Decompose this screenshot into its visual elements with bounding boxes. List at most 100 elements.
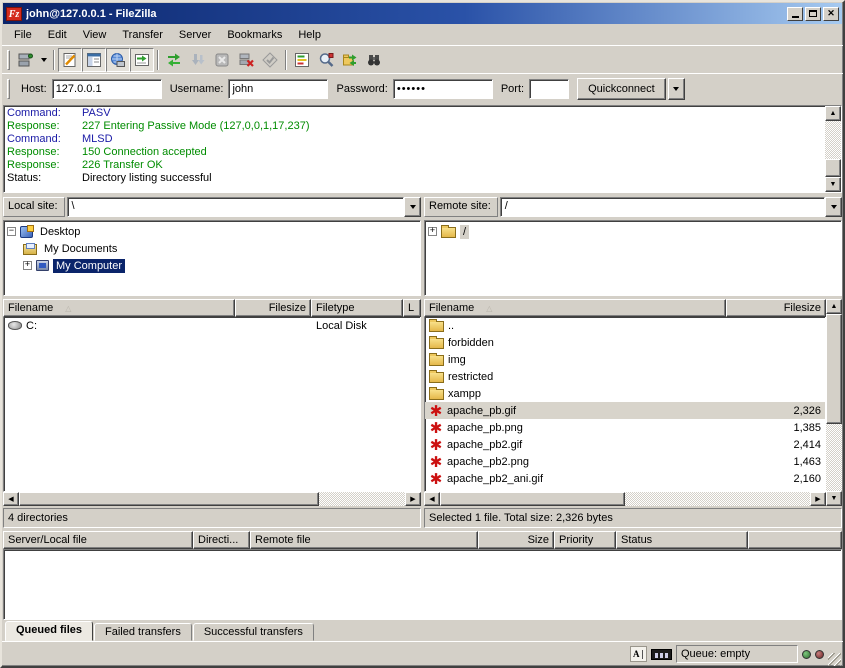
menu-view[interactable]: View [75, 26, 115, 44]
column-direction[interactable]: Directi... [193, 531, 250, 549]
scrollbar-thumb[interactable] [825, 159, 841, 177]
resize-grip[interactable] [828, 653, 841, 666]
menu-bookmarks[interactable]: Bookmarks [219, 26, 290, 44]
log-scrollbar[interactable]: ▲ ▼ [825, 106, 841, 192]
refresh-button[interactable] [162, 48, 186, 72]
remote-site-combobox[interactable]: / [500, 197, 842, 217]
reconnect-button[interactable] [258, 48, 282, 72]
scroll-up-icon[interactable]: ▲ [825, 106, 841, 121]
find-files-button[interactable] [362, 48, 386, 72]
my-documents-icon [23, 244, 37, 255]
synchronized-browsing-button[interactable] [338, 48, 362, 72]
cancel-operation-button[interactable] [210, 48, 234, 72]
scrollbar-thumb[interactable] [440, 492, 625, 506]
site-manager-button[interactable] [13, 48, 37, 72]
file-row[interactable]: restricted [425, 368, 825, 385]
host-input[interactable] [52, 79, 162, 99]
toggle-remote-tree-button[interactable] [106, 48, 130, 72]
minimize-button[interactable] [787, 7, 803, 21]
maximize-icon [809, 10, 817, 17]
tree-item-my-documents[interactable]: My Documents [23, 240, 420, 257]
column-lastmodified[interactable]: L [403, 299, 421, 317]
remote-site-dropdown[interactable] [825, 197, 842, 217]
log-line: Command:MLSD [4, 133, 825, 146]
file-row[interactable]: ✱apache_pb2_ani.gif 2,160 [425, 470, 825, 487]
toggle-message-log-button[interactable] [58, 48, 82, 72]
tab-successful-transfers[interactable]: Successful transfers [193, 623, 314, 641]
port-input[interactable] [529, 79, 569, 99]
expand-icon[interactable]: + [428, 227, 437, 236]
local-site-label: Local site: [3, 197, 65, 217]
menu-server[interactable]: Server [171, 26, 219, 44]
sort-ascending-icon: △ [486, 304, 492, 313]
menu-help[interactable]: Help [290, 26, 329, 44]
image-file-icon: ✱ [429, 439, 443, 451]
column-status[interactable]: Status [616, 531, 748, 549]
tree-item-desktop[interactable]: − Desktop [7, 223, 420, 240]
scroll-right-icon[interactable]: ▶ [810, 492, 826, 506]
menu-edit[interactable]: Edit [40, 26, 75, 44]
file-row-c-drive[interactable]: C: Local Disk [4, 317, 420, 334]
column-filesize[interactable]: Filesize [726, 299, 826, 317]
folder-icon [441, 227, 456, 238]
remote-list-body: .. forbidden img restricted [424, 317, 826, 492]
scroll-left-icon[interactable]: ◀ [424, 492, 440, 506]
tree-item-my-computer[interactable]: + My Computer [23, 257, 420, 274]
tab-queued-files[interactable]: Queued files [5, 621, 93, 641]
quickconnect-dropdown[interactable] [668, 78, 685, 100]
toggle-transfer-queue-button[interactable] [130, 48, 154, 72]
local-site-dropdown[interactable] [404, 197, 421, 217]
local-site-value[interactable]: \ [67, 197, 404, 217]
password-input[interactable] [393, 79, 493, 99]
column-filetype[interactable]: Filetype [311, 299, 403, 317]
quickconnect-button[interactable]: Quickconnect [577, 78, 666, 100]
file-row-selected[interactable]: ✱apache_pb.gif 2,326 [425, 402, 825, 419]
expand-icon[interactable]: + [23, 261, 32, 270]
file-row[interactable]: img [425, 351, 825, 368]
column-server-local-file[interactable]: Server/Local file [3, 531, 193, 549]
column-filename[interactable]: Filename△ [424, 299, 726, 317]
remote-site-value[interactable]: / [500, 197, 825, 217]
remote-vertical-scrollbar[interactable]: ▲ ▼ [826, 299, 842, 506]
toggle-local-tree-button[interactable] [82, 48, 106, 72]
directory-listing-filters-button[interactable] [290, 48, 314, 72]
directory-comparison-button[interactable] [314, 48, 338, 72]
scroll-left-icon[interactable]: ◀ [3, 492, 19, 506]
process-queue-button[interactable] [186, 48, 210, 72]
menu-transfer[interactable]: Transfer [114, 26, 171, 44]
scroll-down-icon[interactable]: ▼ [826, 491, 842, 506]
column-size[interactable]: Size [478, 531, 554, 549]
column-remote-file[interactable]: Remote file [250, 531, 478, 549]
scrollbar-thumb[interactable] [826, 314, 842, 424]
file-row[interactable]: ✱apache_pb2.gif 2,414 [425, 436, 825, 453]
close-button[interactable]: ✕ [823, 7, 839, 21]
file-row[interactable]: xampp [425, 385, 825, 402]
log-line: Response:150 Connection accepted [4, 146, 825, 159]
scroll-right-icon[interactable]: ▶ [405, 492, 421, 506]
menu-file[interactable]: File [6, 26, 40, 44]
file-panes: Local site: \ − Desktop My Documents + [3, 196, 842, 528]
title-bar[interactable]: Fz john@127.0.0.1 - FileZilla ✕ [3, 3, 842, 24]
local-horizontal-scrollbar[interactable]: ◀ ▶ [3, 492, 421, 506]
tab-failed-transfers[interactable]: Failed transfers [94, 623, 192, 641]
scroll-up-icon[interactable]: ▲ [826, 299, 842, 314]
site-manager-dropdown[interactable] [37, 48, 50, 72]
transfer-queue-panel: Server/Local file Directi... Remote file… [3, 531, 842, 641]
tree-item-root[interactable]: + / [428, 223, 841, 240]
message-log-lines: Command:PASV Response:227 Entering Passi… [4, 106, 825, 192]
file-row[interactable]: .. [425, 317, 825, 334]
username-input[interactable] [228, 79, 328, 99]
file-row[interactable]: ✱apache_pb2.png 1,463 [425, 453, 825, 470]
scroll-down-icon[interactable]: ▼ [825, 177, 841, 192]
column-filename[interactable]: Filename△ [3, 299, 235, 317]
file-row[interactable]: forbidden [425, 334, 825, 351]
disconnect-button[interactable] [234, 48, 258, 72]
file-row[interactable]: ✱apache_pb.png 1,385 [425, 419, 825, 436]
column-priority[interactable]: Priority [554, 531, 616, 549]
remote-horizontal-scrollbar[interactable]: ◀ ▶ [424, 492, 826, 506]
scrollbar-thumb[interactable] [19, 492, 319, 506]
collapse-icon[interactable]: − [7, 227, 16, 236]
maximize-button[interactable] [805, 7, 821, 21]
local-site-combobox[interactable]: \ [67, 197, 421, 217]
column-filesize[interactable]: Filesize [235, 299, 311, 317]
